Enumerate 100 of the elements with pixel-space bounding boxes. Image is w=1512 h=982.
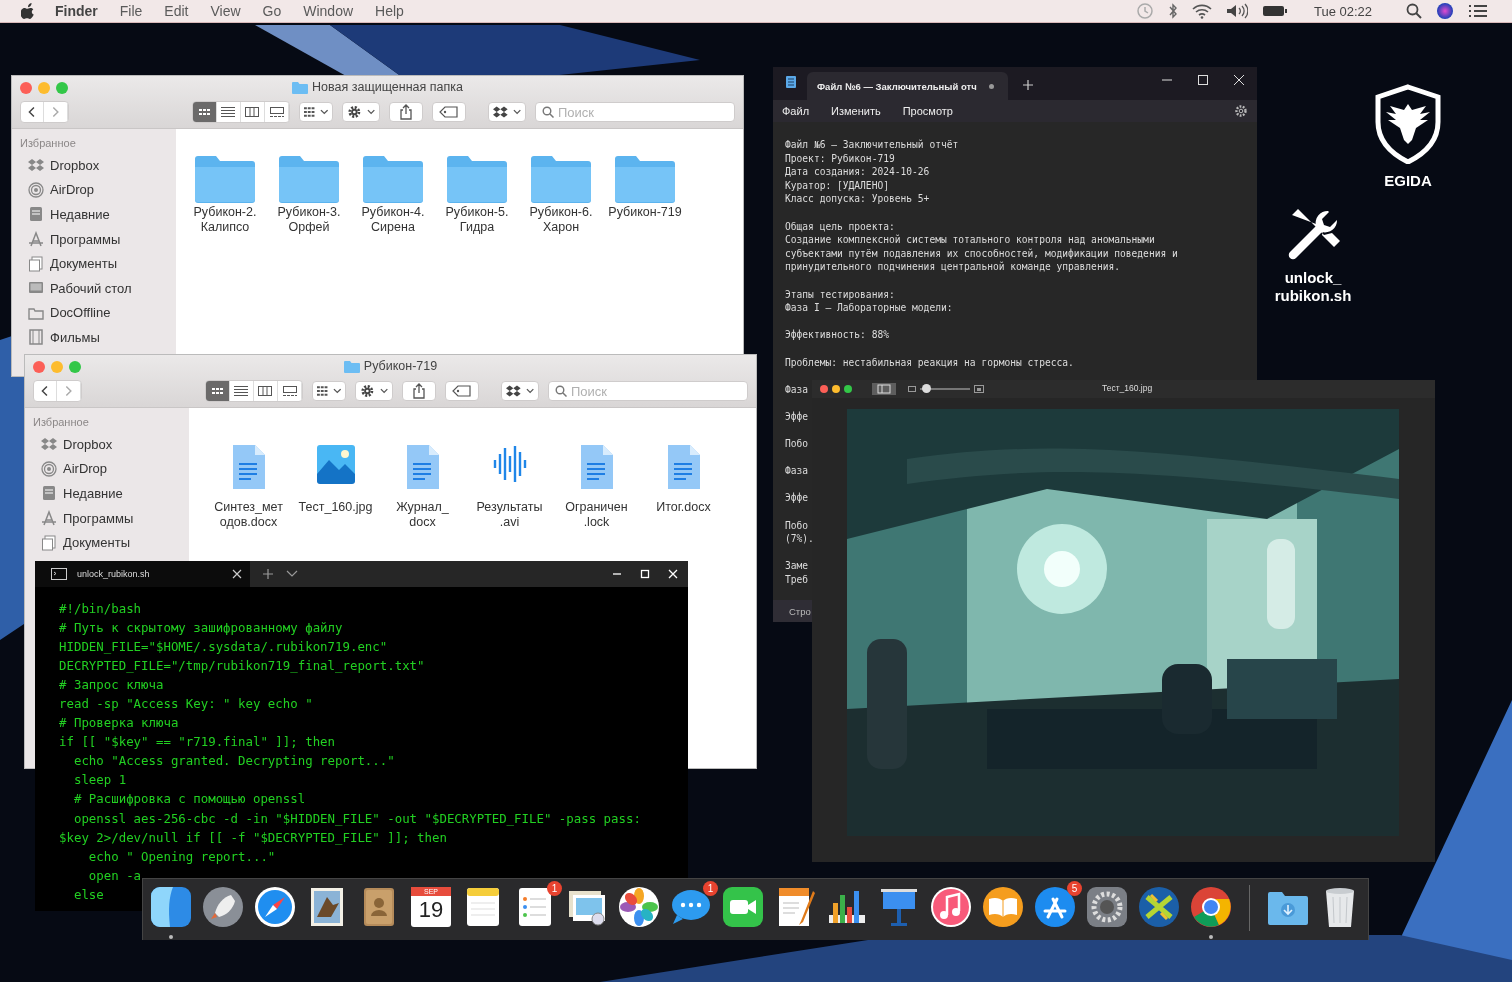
menu-item[interactable]: Go (262, 3, 282, 19)
menu-item[interactable]: Finder (55, 3, 98, 19)
file-name[interactable]: Итог.docx (656, 500, 711, 515)
gallery-icon (282, 386, 297, 396)
action-button[interactable] (355, 381, 394, 401)
tag-button[interactable] (445, 381, 480, 401)
search-icon[interactable] (1406, 3, 1422, 19)
menu-clock[interactable]: Tue 02:22 (1313, 3, 1372, 19)
signal-rings-icon (41, 460, 57, 477)
browser-icon[interactable] (1189, 885, 1233, 929)
menu-item[interactable]: Edit (164, 3, 189, 19)
text-line: Проект: Рубикон-719 (785, 151, 895, 166)
compass-icon[interactable] (253, 885, 297, 929)
crossed-arrows-icon[interactable] (1137, 885, 1181, 929)
document-icon[interactable] (405, 444, 440, 490)
eagle-shield-icon[interactable] (1374, 84, 1442, 164)
menu-item[interactable]: Изменить (831, 105, 881, 117)
plus-button[interactable] (1021, 79, 1034, 91)
open-book-icon[interactable] (981, 885, 1025, 929)
sidebar-item[interactable]: Dropbox (33, 432, 189, 457)
sidebar-item[interactable]: Недавние (33, 481, 189, 506)
sidebar-item[interactable]: Программы (33, 505, 189, 531)
file-name[interactable]: Тест_160.jpg (298, 500, 373, 515)
wifi-icon[interactable] (1191, 3, 1212, 19)
caret-icon (366, 109, 376, 115)
menu-item[interactable]: Файл (782, 105, 810, 117)
code-line: #!/bin/bash (59, 600, 142, 618)
maximize-button[interactable] (1197, 74, 1209, 86)
sidebar-item[interactable]: Документы (20, 251, 176, 276)
settings-icon[interactable] (1234, 104, 1248, 118)
file-name[interactable]: Синтез_мет одов.docx (214, 500, 283, 530)
app-store-icon[interactable] (1033, 885, 1077, 929)
file-name[interactable]: Рубикон-2. Калипсо (193, 205, 257, 235)
search-field[interactable]: Поиск (535, 102, 735, 122)
view-mode-button[interactable] (205, 381, 230, 401)
rocket-icon[interactable] (201, 885, 245, 929)
gear-icon[interactable] (1085, 885, 1129, 929)
dropbox-button[interactable] (501, 381, 539, 401)
dropdown-button[interactable] (286, 570, 298, 578)
sidebar-item[interactable]: DocOffline (20, 300, 176, 326)
action-button[interactable] (342, 102, 381, 122)
sidebar-toggle-button[interactable] (872, 383, 896, 395)
menu-item[interactable]: Window (303, 3, 354, 19)
sidebar-item[interactable]: Рабочий стол (20, 275, 176, 301)
document-icon[interactable] (666, 444, 701, 490)
tag-button[interactable] (432, 102, 467, 122)
sidebar-item[interactable]: Фильмы (20, 325, 176, 350)
share-icon (399, 104, 414, 120)
arrange-button[interactable] (299, 102, 334, 122)
share-button[interactable] (402, 381, 437, 401)
menu-item[interactable]: View (210, 3, 241, 19)
status-text: Стро (789, 605, 811, 617)
sidebar-item[interactable]: AirDrop (20, 177, 176, 203)
dropbox-button[interactable] (488, 102, 526, 122)
document-icon[interactable] (579, 444, 614, 490)
menu-item[interactable]: Help (375, 3, 404, 19)
file-name[interactable]: Рубикон-3. Орфей (277, 205, 341, 235)
sidebar-item[interactable]: Недавние (20, 202, 176, 227)
notification-badge: 1 (547, 881, 562, 896)
view-mode-button[interactable] (192, 102, 217, 122)
file-name[interactable]: Рубикон-6. Харон (529, 205, 593, 235)
plus-button[interactable] (262, 568, 274, 580)
icon-label[interactable]: EGIDA (1384, 172, 1432, 190)
finder-icon[interactable] (149, 885, 193, 929)
file-name[interactable]: Результаты .avi (476, 500, 543, 530)
sidebar-item[interactable]: Программы (20, 226, 176, 252)
menu-item[interactable]: Просмотр (902, 105, 953, 117)
file-name[interactable]: Рубикон-719 (608, 205, 682, 220)
terminal-tab[interactable]: unlock_rubikon.sh (35, 561, 250, 587)
file-name[interactable]: Ограничен .lock (565, 500, 628, 530)
document-icon[interactable] (231, 444, 266, 490)
zoom-button[interactable] (844, 385, 852, 393)
close-button[interactable] (1233, 74, 1245, 86)
orb-icon[interactable] (1436, 2, 1454, 20)
sidebar-item[interactable]: Dropbox (20, 153, 176, 178)
sidebar-item[interactable]: AirDrop (33, 456, 189, 482)
image-file-icon[interactable] (315, 444, 356, 484)
sidebar-heading: Избранное (33, 416, 90, 430)
music-note-icon[interactable] (929, 885, 973, 929)
sound-wave-icon[interactable] (491, 444, 528, 484)
share-button[interactable] (389, 102, 424, 122)
volume-icon[interactable] (1225, 3, 1248, 19)
file-name[interactable]: Рубикон-5. Гидра (445, 205, 509, 235)
file-name[interactable]: Рубикон-4. Сирена (361, 205, 425, 235)
search-field[interactable]: Поиск (548, 381, 748, 401)
battery-icon[interactable] (1261, 4, 1288, 18)
arrange-button[interactable] (312, 381, 347, 401)
apple-icon[interactable] (21, 3, 35, 19)
editor-tab[interactable]: Файл №6 — Заключительный отч (807, 72, 1008, 100)
file-name[interactable]: Журнал_ docx (396, 500, 449, 530)
icon-label[interactable]: unlock_ rubikon.sh (1274, 269, 1352, 305)
list-icon[interactable] (1468, 4, 1488, 18)
minimize-button[interactable] (832, 385, 840, 393)
close-icon[interactable] (232, 569, 242, 579)
menu-item[interactable]: File (119, 3, 143, 19)
flower-icon[interactable] (617, 885, 661, 929)
video-camera-icon[interactable] (721, 885, 765, 929)
slider-thumb[interactable] (922, 384, 931, 393)
sidebar-item[interactable]: Документы (33, 530, 189, 555)
bluetooth-icon[interactable] (1167, 3, 1178, 19)
